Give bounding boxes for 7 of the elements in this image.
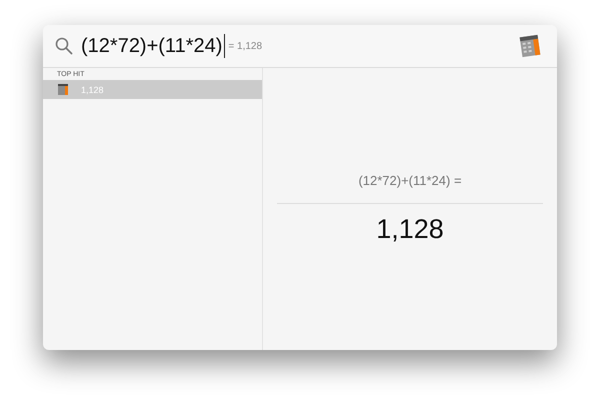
search-suggestion: = 1,128 bbox=[228, 40, 262, 52]
result-text: 1,128 bbox=[376, 214, 444, 245]
search-icon bbox=[55, 37, 73, 55]
calculator-icon bbox=[57, 83, 69, 96]
expression-text: (12*72)+(11*24) = bbox=[358, 173, 462, 188]
calculator-icon bbox=[519, 34, 541, 58]
search-field[interactable]: (12*72)+(11*24) bbox=[81, 34, 222, 58]
